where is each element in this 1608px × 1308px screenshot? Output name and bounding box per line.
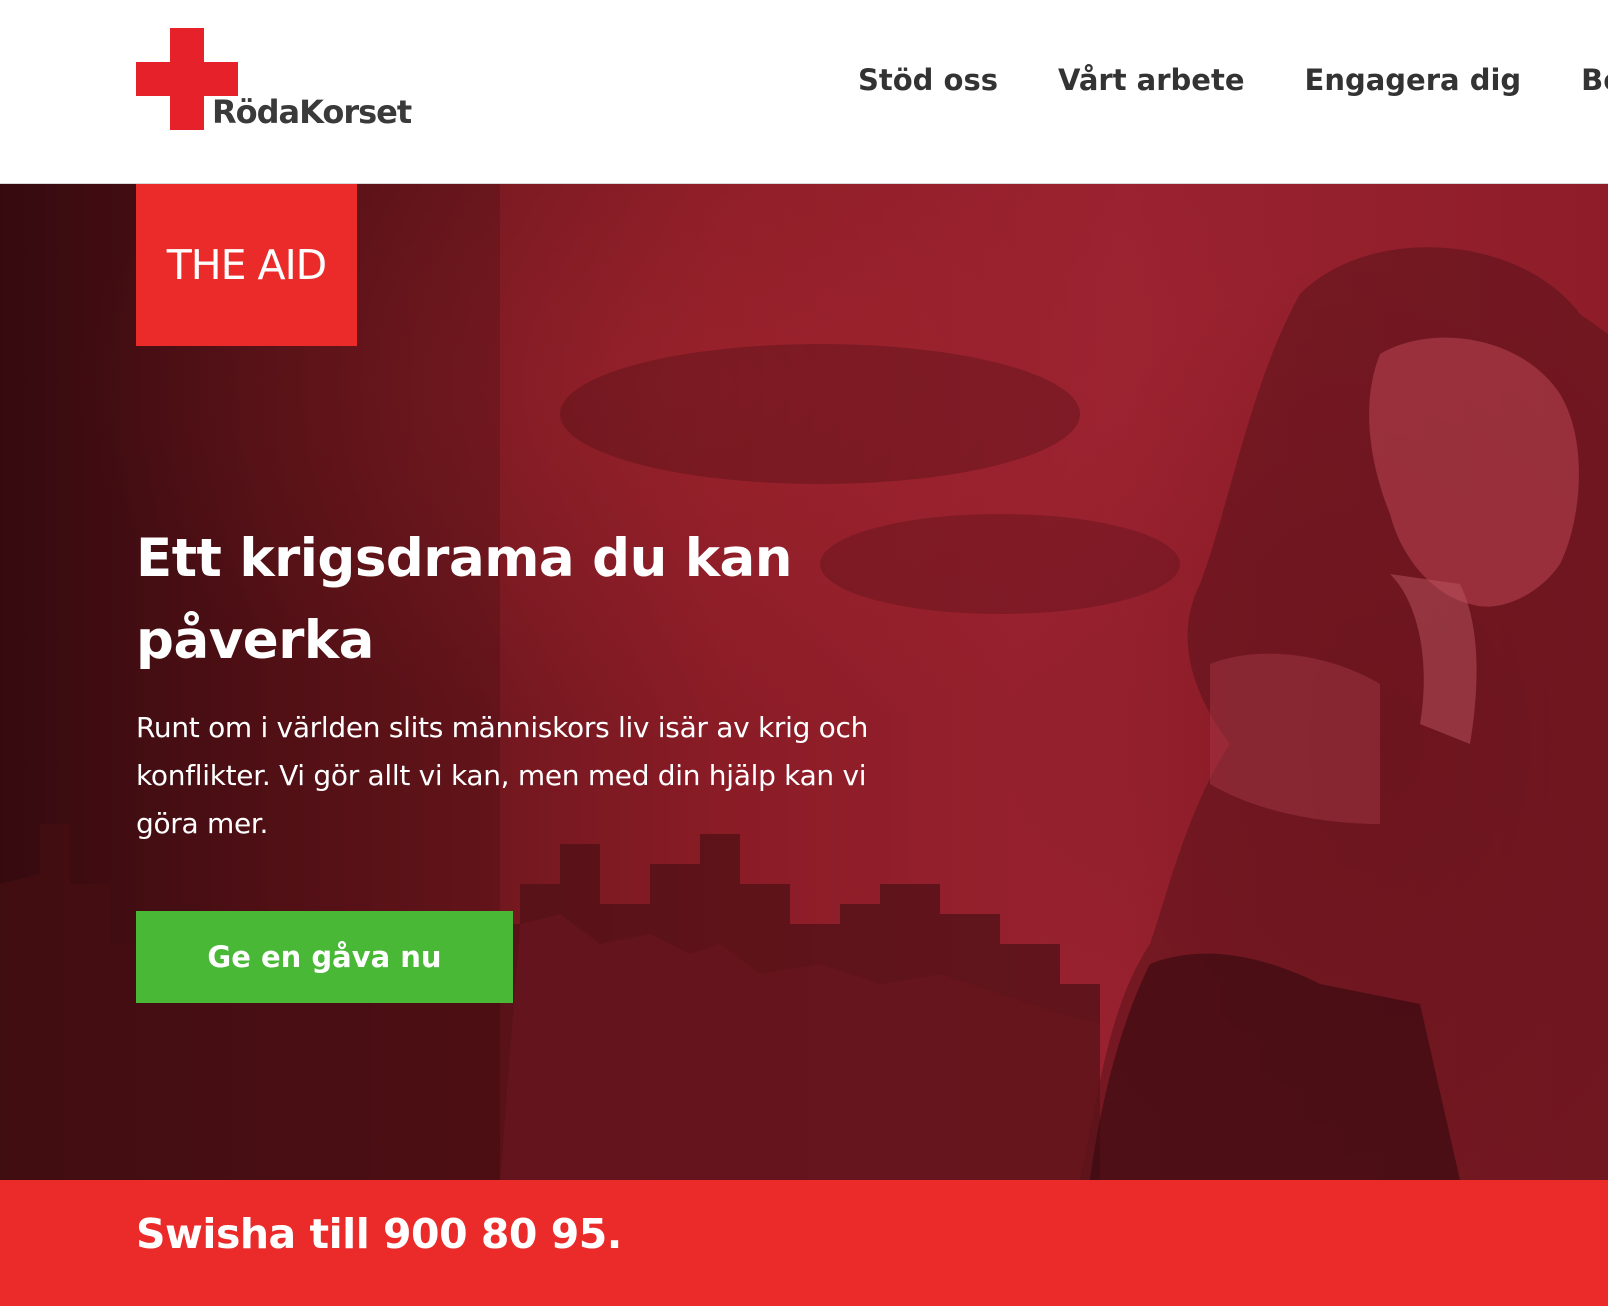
main-nav: Stöd oss Vårt arbete Engagera dig Behö	[858, 56, 1608, 104]
campaign-tag-label: THE AID	[166, 241, 328, 289]
hero-banner: THE AID Ett krigsdrama du kan påverka Ru…	[0, 184, 1608, 1180]
site-header: RödaKorset Stöd oss Vårt arbete Engagera…	[0, 0, 1608, 184]
hero-title: Ett krigsdrama du kan påverka	[136, 528, 793, 671]
campaign-tag: THE AID	[136, 184, 357, 346]
swish-text: Swisha till 900 80 95.	[136, 1210, 622, 1258]
give-gift-button[interactable]: Ge en gåva nu	[136, 911, 513, 1003]
swish-banner: Swisha till 900 80 95.	[0, 1180, 1608, 1308]
red-cross-logo[interactable]: RödaKorset	[136, 28, 416, 134]
red-cross-icon-bar	[136, 62, 238, 96]
hero-description: Runt om i världen slits människors liv i…	[136, 711, 869, 840]
nav-item-stod-oss[interactable]: Stöd oss	[858, 63, 998, 97]
nav-item-behov[interactable]: Behö	[1581, 63, 1608, 97]
nav-item-vart-arbete[interactable]: Vårt arbete	[1058, 63, 1245, 97]
nav-item-engagera-dig[interactable]: Engagera dig	[1305, 63, 1522, 97]
logo-wordmark: RödaKorset	[212, 93, 412, 131]
